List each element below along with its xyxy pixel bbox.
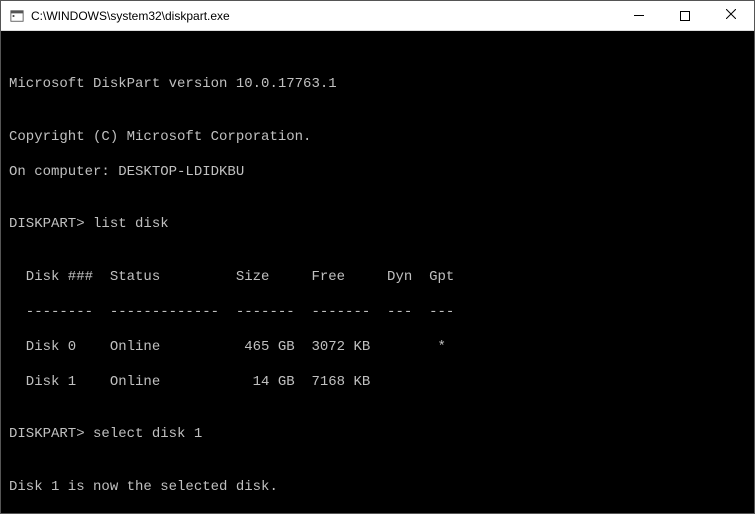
close-button[interactable] — [708, 1, 754, 30]
app-icon — [9, 8, 25, 24]
maximize-button[interactable] — [662, 1, 708, 30]
minimize-button[interactable] — [616, 1, 662, 30]
table-divider: -------- ------------- ------- ------- -… — [9, 304, 746, 322]
command-text: list disk — [93, 216, 169, 232]
titlebar[interactable]: C:\WINDOWS\system32\diskpart.exe — [1, 1, 754, 31]
command-line: DISKPART> list disk — [9, 216, 746, 234]
maximize-icon — [680, 11, 690, 21]
prompt: DISKPART> — [9, 216, 93, 232]
close-icon — [726, 9, 736, 22]
minimize-icon — [634, 15, 644, 16]
window-title: C:\WINDOWS\system32\diskpart.exe — [31, 9, 616, 23]
prompt: DISKPART> — [9, 426, 93, 442]
table-row: Disk 1 Online 14 GB 7168 KB — [9, 374, 746, 392]
command-line: DISKPART> select disk 1 — [9, 426, 746, 444]
terminal-area[interactable]: Microsoft DiskPart version 10.0.17763.1 … — [1, 31, 754, 513]
output-line: Disk 1 is now the selected disk. — [9, 479, 746, 497]
copyright-line: Copyright (C) Microsoft Corporation. — [9, 129, 746, 147]
command-text: select disk 1 — [93, 426, 202, 442]
window-controls — [616, 1, 754, 30]
console-window: C:\WINDOWS\system32\diskpart.exe Microso… — [0, 0, 755, 514]
computer-line: On computer: DESKTOP-LDIDKBU — [9, 164, 746, 182]
table-header: Disk ### Status Size Free Dyn Gpt — [9, 269, 746, 287]
version-line: Microsoft DiskPart version 10.0.17763.1 — [9, 76, 746, 94]
table-row: Disk 0 Online 465 GB 3072 KB * — [9, 339, 746, 357]
